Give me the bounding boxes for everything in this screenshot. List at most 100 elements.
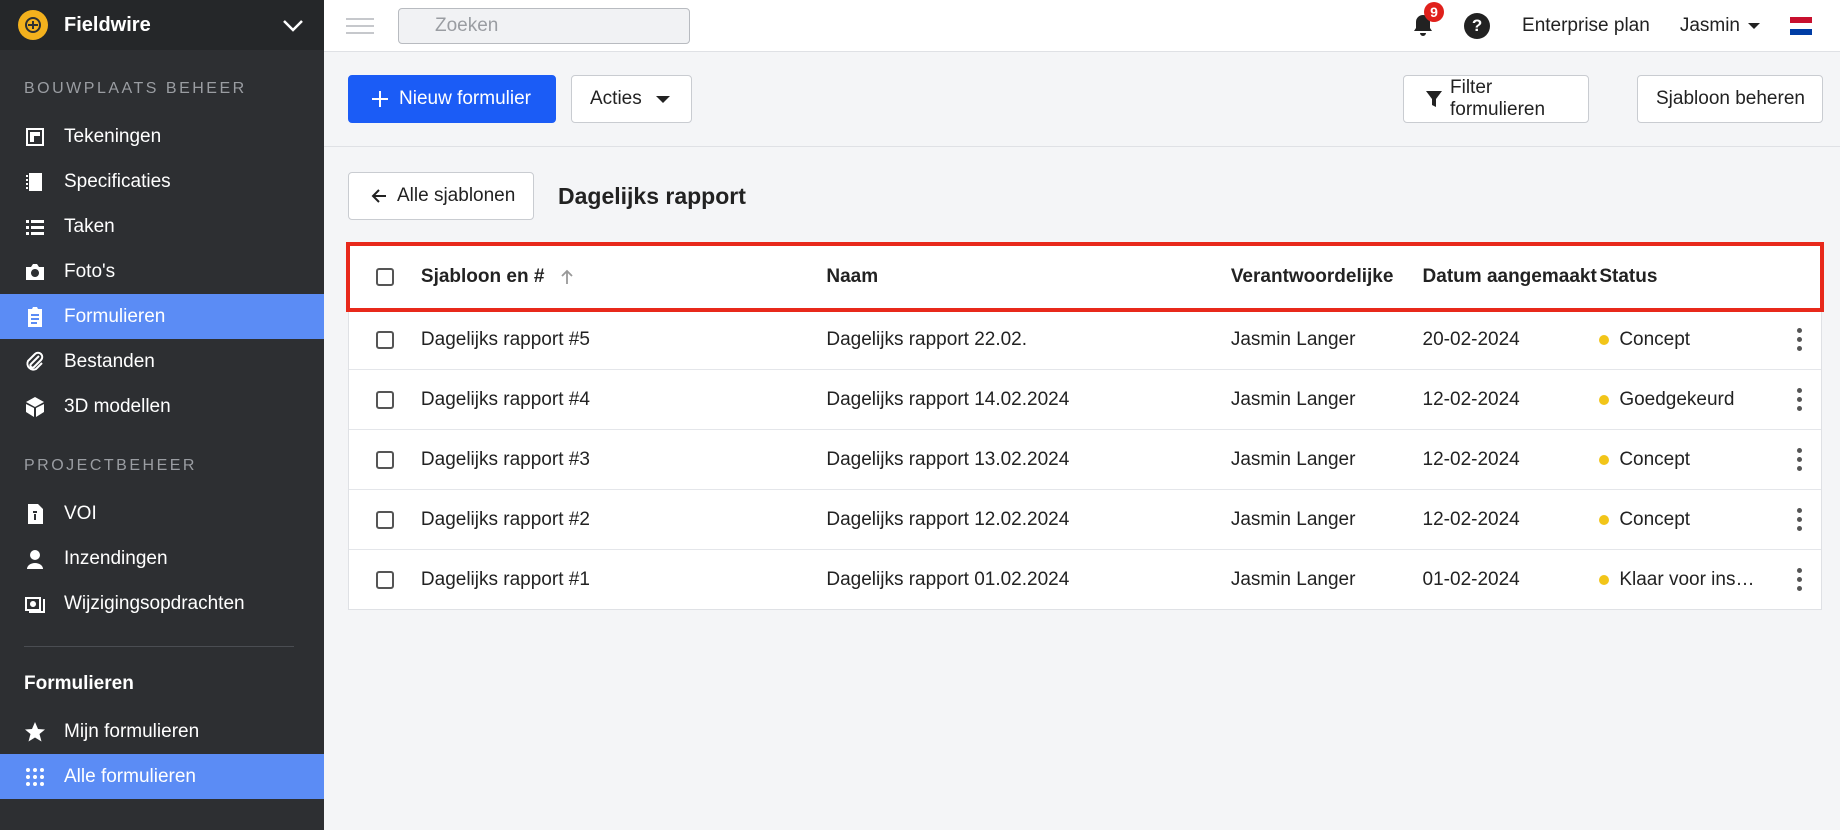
- column-header-name[interactable]: Naam: [826, 266, 1230, 288]
- sidebar-item-specificaties[interactable]: Specificaties: [0, 159, 324, 204]
- row-checkbox[interactable]: [375, 570, 394, 589]
- sidebar-item-taken[interactable]: Taken: [0, 204, 324, 249]
- user-menu[interactable]: Jasmin: [1680, 15, 1760, 37]
- cell-template: Dagelijks rapport #5: [420, 328, 590, 350]
- cell-name: Dagelijks rapport 13.02.2024: [826, 448, 1070, 470]
- cell-template: Dagelijks rapport #1: [420, 568, 590, 590]
- cell-name: Dagelijks rapport 01.02.2024: [826, 568, 1070, 590]
- sidebar-item-mijn-formulieren[interactable]: Mijn formulieren: [0, 709, 324, 754]
- sidebar-item-label: Taken: [64, 215, 115, 237]
- more-options-icon[interactable]: [1796, 508, 1802, 531]
- grid-icon: [24, 766, 46, 788]
- table-row[interactable]: Dagelijks rapport #2 Dagelijks rapport 1…: [349, 489, 1821, 549]
- row-checkbox[interactable]: [375, 450, 394, 469]
- column-header-date[interactable]: Datum aangemaakt: [1423, 266, 1600, 288]
- dutch-flag-icon[interactable]: [1790, 16, 1812, 35]
- person-icon: [24, 548, 46, 570]
- sidebar-item-tekeningen[interactable]: Tekeningen: [0, 114, 324, 159]
- sidebar-item-label: Tekeningen: [64, 125, 162, 147]
- cell-responsible: Jasmin Langer: [1230, 508, 1356, 530]
- sidebar-item-inzendingen[interactable]: Inzendingen: [0, 536, 324, 581]
- forms-icon: [24, 306, 46, 328]
- table-header-row: Sjabloon en # Naam Verantwoordelijke Dat…: [346, 242, 1824, 312]
- notification-badge: 9: [1424, 1, 1445, 22]
- hamburger-menu-icon[interactable]: [346, 13, 374, 39]
- plan-link[interactable]: Enterprise plan: [1522, 15, 1650, 37]
- filter-forms-button[interactable]: Filter formulieren: [1403, 75, 1589, 123]
- cell-responsible: Jasmin Langer: [1230, 448, 1356, 470]
- table-row[interactable]: Dagelijks rapport #4 Dagelijks rapport 1…: [349, 369, 1821, 429]
- sidebar-item-label: Wijzigingsopdrachten: [64, 592, 245, 614]
- caret-down-icon: [655, 95, 670, 103]
- fieldwire-logo-icon: [18, 10, 48, 40]
- actions-dropdown[interactable]: Acties: [571, 75, 692, 123]
- sidebar-item-label: Specificaties: [64, 170, 171, 192]
- column-header-responsible[interactable]: Verantwoordelijke: [1231, 266, 1423, 288]
- page-title: Dagelijks rapport: [558, 183, 746, 209]
- table-row[interactable]: Dagelijks rapport #3 Dagelijks rapport 1…: [349, 429, 1821, 489]
- sidebar-item-3d-modellen[interactable]: 3D modellen: [0, 384, 324, 429]
- row-checkbox[interactable]: [375, 510, 394, 529]
- section-title-project: PROJECTBEHEER: [24, 457, 197, 474]
- table-row[interactable]: Dagelijks rapport #1 Dagelijks rapport 0…: [349, 549, 1821, 609]
- sidebar-item-fotos[interactable]: Foto's: [0, 249, 324, 294]
- sidebar-item-label: Inzendingen: [64, 547, 168, 569]
- forms-group-title: Formulieren: [24, 673, 134, 694]
- status-dot-icon: [1599, 574, 1610, 585]
- plus-icon: [372, 91, 388, 107]
- cell-date: 12-02-2024: [1422, 508, 1520, 530]
- manage-template-label: Sjabloon beheren: [1656, 88, 1805, 109]
- sidebar-item-wijzigingsopdrachten[interactable]: Wijzigingsopdrachten: [0, 581, 324, 626]
- status-dot-icon: [1599, 394, 1610, 405]
- column-header-label: Sjabloon en #: [420, 266, 545, 287]
- change-order-icon: [24, 593, 46, 615]
- chevron-down-icon[interactable]: [280, 12, 306, 38]
- status-dot-icon: [1599, 334, 1610, 345]
- cube-icon: [24, 396, 46, 418]
- section-title-site: BOUWPLAATS BEHEER: [24, 80, 247, 97]
- user-name: Jasmin: [1679, 14, 1740, 36]
- status-dot-icon: [1599, 514, 1610, 525]
- sort-arrow-up-icon[interactable]: [558, 268, 576, 286]
- sidebar: Fieldwire BOUWPLAATS BEHEER Tekeningen S…: [0, 0, 324, 830]
- back-to-templates-button[interactable]: Alle sjablonen: [348, 172, 534, 220]
- more-options-icon[interactable]: [1796, 328, 1802, 351]
- cell-name: Dagelijks rapport 22.02.: [826, 328, 1028, 350]
- sidebar-item-bestanden[interactable]: Bestanden: [0, 339, 324, 384]
- sidebar-item-label: VOI: [64, 502, 97, 524]
- search-input[interactable]: [435, 14, 680, 37]
- cell-name: Dagelijks rapport 12.02.2024: [826, 508, 1070, 530]
- search-box[interactable]: [398, 7, 690, 44]
- column-header-template[interactable]: Sjabloon en #: [421, 266, 826, 288]
- status-label: Goedgekeurd: [1619, 388, 1735, 410]
- cell-date: 12-02-2024: [1422, 448, 1520, 470]
- cell-template: Dagelijks rapport #4: [420, 388, 590, 410]
- filter-label: Filter formulieren: [1450, 77, 1546, 120]
- row-checkbox[interactable]: [375, 330, 394, 349]
- cell-responsible: Jasmin Langer: [1230, 388, 1356, 410]
- camera-icon: [24, 261, 46, 283]
- cell-responsible: Jasmin Langer: [1230, 328, 1356, 350]
- cell-date: 20-02-2024: [1422, 328, 1520, 350]
- sidebar-item-voi[interactable]: VOI: [0, 491, 324, 536]
- help-icon[interactable]: ?: [1464, 12, 1491, 39]
- manage-template-button[interactable]: Sjabloon beheren: [1637, 75, 1823, 123]
- more-options-icon[interactable]: [1796, 388, 1802, 411]
- table-row[interactable]: Dagelijks rapport #5 Dagelijks rapport 2…: [349, 309, 1821, 369]
- sidebar-item-label: Foto's: [64, 260, 116, 282]
- more-options-icon[interactable]: [1796, 448, 1802, 471]
- sidebar-item-formulieren[interactable]: Formulieren: [0, 294, 324, 339]
- brand-bar[interactable]: Fieldwire: [0, 0, 324, 50]
- sidebar-item-alle-formulieren[interactable]: Alle formulieren: [0, 754, 324, 799]
- column-header-status[interactable]: Status: [1599, 266, 1777, 288]
- sidebar-item-label: 3D modellen: [64, 395, 171, 417]
- new-form-button[interactable]: Nieuw formulier: [348, 75, 556, 123]
- actions-label: Acties: [590, 88, 642, 109]
- new-form-label: Nieuw formulier: [399, 88, 531, 109]
- more-options-icon[interactable]: [1796, 568, 1802, 591]
- row-checkbox[interactable]: [375, 390, 394, 409]
- select-all-checkbox[interactable]: [375, 268, 394, 286]
- status-label: Concept: [1619, 448, 1691, 470]
- cell-name: Dagelijks rapport 14.02.2024: [826, 388, 1070, 410]
- notifications-button[interactable]: 9: [1410, 1, 1445, 40]
